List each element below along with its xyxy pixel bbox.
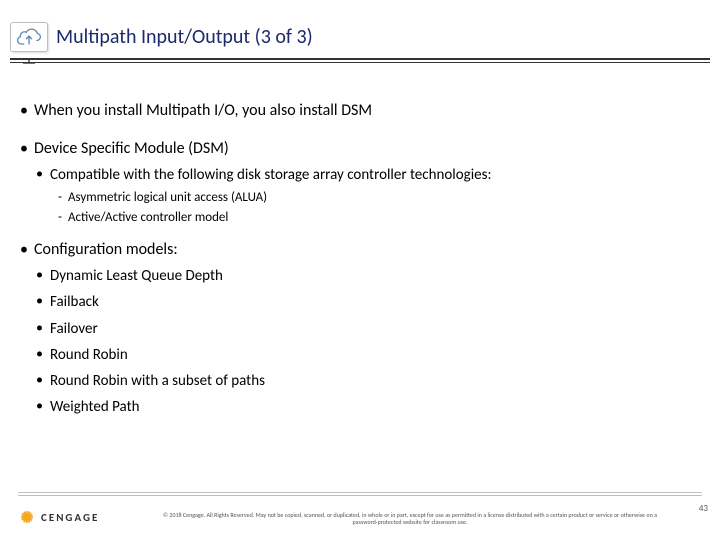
bullet-level-2: Dynamic Least Queue Depth xyxy=(20,266,700,286)
slide-title: Multipath Input/Output (3 of 3) xyxy=(56,25,313,49)
slide-body: When you install Multipath I/O, you also… xyxy=(20,100,700,422)
bullet-level-2: Round Robin xyxy=(20,345,700,365)
page-number: 43 xyxy=(699,503,708,514)
bullet-level-2: Failback xyxy=(20,292,700,312)
header-divider xyxy=(10,58,710,63)
bullet-level-3: Active/Active controller model xyxy=(20,209,700,227)
cloud-icon xyxy=(10,22,48,52)
bullet-level-2: Compatible with the following disk stora… xyxy=(20,165,700,185)
bullet-level-1: Configuration models: xyxy=(20,239,700,261)
starburst-icon xyxy=(18,508,36,526)
bullet-level-1: Device Specific Module (DSM) xyxy=(20,138,700,160)
copyright-text: © 2018 Cengage. All Rights Reserved. May… xyxy=(150,512,670,526)
bullet-level-3: Asymmetric logical unit access (ALUA) xyxy=(20,189,700,207)
bullet-level-2: Weighted Path xyxy=(20,397,700,417)
bullet-level-2: Round Robin with a subset of paths xyxy=(20,371,700,391)
footer-divider xyxy=(18,492,702,496)
slide-header: Multipath Input/Output (3 of 3) xyxy=(10,22,710,52)
brand-name: CENGAGE xyxy=(41,511,99,524)
bullet-level-2: Failover xyxy=(20,319,700,339)
bullet-level-1: When you install Multipath I/O, you also… xyxy=(20,100,700,122)
brand-logo: CENGAGE xyxy=(18,508,99,526)
